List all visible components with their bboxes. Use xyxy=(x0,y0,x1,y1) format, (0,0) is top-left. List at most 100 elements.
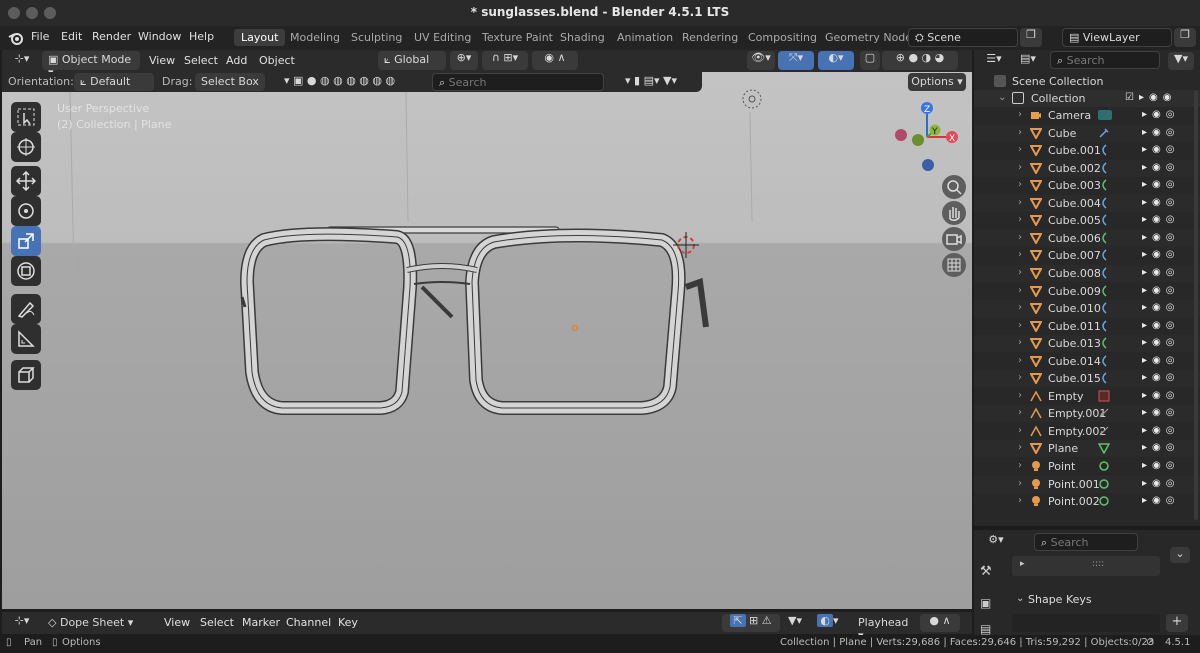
visibility-controls[interactable]: ▸◉◎ xyxy=(1142,109,1179,120)
workspace-tab-layout[interactable]: Layout xyxy=(234,29,286,46)
properties-editor-type-icon[interactable]: ⚙▾ xyxy=(982,533,1010,551)
outliner-filter-icon[interactable]: ▼▾ xyxy=(1168,52,1194,70)
empty-icon[interactable] xyxy=(1098,425,1110,437)
outliner-row[interactable]: › Cube.001 ▸◉◎ xyxy=(974,142,1200,159)
zoom-view-icon[interactable] xyxy=(942,175,966,199)
3d-viewport[interactable]: User Perspective (2) Collection | Plane … xyxy=(2,72,972,609)
image-icon[interactable] xyxy=(1098,390,1110,402)
blender-logo-icon[interactable] xyxy=(8,31,24,45)
dope-editor-type-icon[interactable]: ⊹▾ xyxy=(8,614,36,632)
curve-icon[interactable] xyxy=(1098,197,1110,209)
expand-chevron-icon[interactable]: › xyxy=(1018,127,1022,138)
shading-mode-icons[interactable]: ⊕ ● ◑ ◕ xyxy=(882,51,958,70)
visibility-controls[interactable]: ▸◉◎ xyxy=(1142,302,1179,313)
viewport-menu-object[interactable]: Object xyxy=(259,54,295,67)
menu-render[interactable]: Render xyxy=(92,30,131,43)
select-box-tool[interactable] xyxy=(11,102,41,132)
expand-chevron-icon[interactable]: › xyxy=(1018,249,1022,260)
orientation-dropdown[interactable]: ⟀ Default xyxy=(74,73,154,91)
curve-icon[interactable] xyxy=(1098,320,1110,332)
expand-chevron-icon[interactable]: › xyxy=(1018,285,1022,296)
outliner-row[interactable]: › Cube.015 ▸◉◎ xyxy=(974,370,1200,388)
menu-help[interactable]: Help xyxy=(189,30,214,43)
scale-tool[interactable] xyxy=(11,226,41,256)
outliner-row[interactable]: › Empty.002 ▸◉◎ xyxy=(974,423,1200,440)
snap-icon[interactable]: ∩ ⊞▾ xyxy=(482,51,528,70)
outliner-row[interactable]: › Cube.003 ▸◉◎ xyxy=(974,177,1200,194)
viewport-menu-add[interactable]: Add xyxy=(226,54,247,67)
filter-icons[interactable]: ▾ ▮ ▤▾ ▼▾ xyxy=(608,74,694,90)
measure-tool[interactable] xyxy=(11,324,41,354)
proportional-edit-icon[interactable]: ◉ ∧ xyxy=(532,51,578,70)
light-data-icon[interactable] xyxy=(1098,460,1110,472)
curve-icon[interactable] xyxy=(1098,214,1110,226)
annotate-tool[interactable] xyxy=(11,294,41,324)
expand-chevron-icon[interactable]: › xyxy=(1018,109,1022,120)
curve-icon[interactable] xyxy=(1098,179,1110,191)
outliner-row[interactable]: › Empty ▸◉◎ xyxy=(974,388,1200,405)
visibility-controls[interactable]: ▸◉◎ xyxy=(1142,249,1179,260)
outliner-row[interactable]: › Cube ▸◉◎ xyxy=(974,124,1200,142)
outliner-row[interactable]: › Cube.010 ▸◉◎ xyxy=(974,300,1200,318)
pan-view-icon[interactable] xyxy=(942,201,966,225)
light-data-icon[interactable] xyxy=(1098,478,1110,490)
expand-chevron-icon[interactable]: › xyxy=(1018,144,1022,155)
curve-icon[interactable] xyxy=(1098,302,1110,314)
expand-chevron-icon[interactable]: › xyxy=(1018,267,1022,278)
dope-menu-channel[interactable]: Channel xyxy=(286,616,331,629)
display-mode-icon[interactable]: ▤▾ xyxy=(1014,52,1042,70)
pivot-point-icon[interactable]: ⊕▾ xyxy=(450,51,478,70)
menu-edit[interactable]: Edit xyxy=(61,30,82,43)
keyframe-snap-icon[interactable]: ● ∧ xyxy=(920,614,960,632)
expand-chevron-icon[interactable]: › xyxy=(1018,495,1022,506)
visibility-controls[interactable]: ▸◉◎ xyxy=(1142,425,1179,436)
properties-options-icon[interactable]: ⌄ xyxy=(1170,547,1190,563)
outliner-row[interactable]: › Empty.001 ▸◉◎ xyxy=(974,405,1200,423)
dope-menu-view[interactable]: View xyxy=(164,616,190,629)
dope-menu-select[interactable]: Select xyxy=(200,616,234,629)
editor-type-icon[interactable]: ⊹▾ xyxy=(8,52,36,70)
xray-toggle-icon[interactable]: ▢ xyxy=(860,51,880,70)
transform-orientation-selector[interactable]: ⟀ Global xyxy=(378,51,446,70)
add-shape-key-button[interactable]: + xyxy=(1166,614,1188,632)
orthographic-toggle-icon[interactable] xyxy=(942,253,966,277)
mode-selector[interactable]: ▣ Object Mode ▾ xyxy=(42,51,140,79)
curve-icon[interactable] xyxy=(1098,284,1110,297)
curve-icon[interactable] xyxy=(1098,232,1110,244)
expand-chevron-icon[interactable]: › xyxy=(1018,442,1022,453)
curve-icon[interactable] xyxy=(1098,162,1110,174)
expand-chevron-icon[interactable]: › xyxy=(1018,478,1022,489)
wrench-icon[interactable] xyxy=(1098,127,1110,139)
outliner-row[interactable]: › Plane ▸◉◎ xyxy=(974,440,1200,458)
visibility-controls[interactable]: ▸◉◎ xyxy=(1142,285,1179,296)
outliner-row[interactable]: › Cube.009 ▸◉◎ xyxy=(974,283,1200,300)
expand-chevron-icon[interactable]: › xyxy=(1018,390,1022,401)
visibility-controls[interactable]: ▸◉◎ xyxy=(1142,144,1179,155)
workspace-tab-modeling[interactable]: Modeling xyxy=(283,29,347,46)
expand-chevron-icon[interactable]: › xyxy=(1018,460,1022,471)
visibility-controls[interactable]: ▸◉◎ xyxy=(1142,460,1179,471)
new-scene-button[interactable]: ❐ xyxy=(1020,28,1042,47)
dope-menu-key[interactable]: Key xyxy=(338,616,358,629)
expand-chevron-icon[interactable]: › xyxy=(1018,197,1022,208)
outliner-row[interactable]: › Cube.005 ▸◉◎ xyxy=(974,212,1200,229)
cursor-tool[interactable] xyxy=(11,132,41,162)
dope-filter-icon[interactable]: ▼▾ xyxy=(782,614,808,632)
options-button[interactable]: Options ▾ xyxy=(908,73,966,91)
curve-icon[interactable] xyxy=(1098,337,1110,349)
outliner-row[interactable]: › Cube.007 ▸◉◎ xyxy=(974,247,1200,264)
view-layer-selector[interactable]: ▤ ViewLayer xyxy=(1062,28,1172,47)
workspace-tab-uv-editing[interactable]: UV Editing xyxy=(407,29,478,46)
mesh-data-icon[interactable] xyxy=(1097,442,1111,455)
outliner-row[interactable]: › Cube.011 ▸◉◎ xyxy=(974,318,1200,335)
collection-chevron-icon[interactable]: ⌄ xyxy=(998,92,1006,103)
outliner-row[interactable]: › Cube.002 ▸◉◎ xyxy=(974,159,1200,177)
outliner-row[interactable]: › Cube.008 ▸◉◎ xyxy=(974,264,1200,282)
visibility-controls[interactable]: ▸◉◎ xyxy=(1142,478,1179,489)
visibility-controls[interactable]: ▸◉◎ xyxy=(1142,390,1179,401)
visibility-controls[interactable]: ▸◉◎ xyxy=(1142,232,1179,243)
visibility-controls[interactable]: ▸◉◎ xyxy=(1142,197,1179,208)
visibility-controls[interactable]: ▸◉◎ xyxy=(1142,179,1179,190)
expand-chevron-icon[interactable]: › xyxy=(1018,214,1022,225)
outliner-scrollbar[interactable] xyxy=(1194,90,1198,520)
